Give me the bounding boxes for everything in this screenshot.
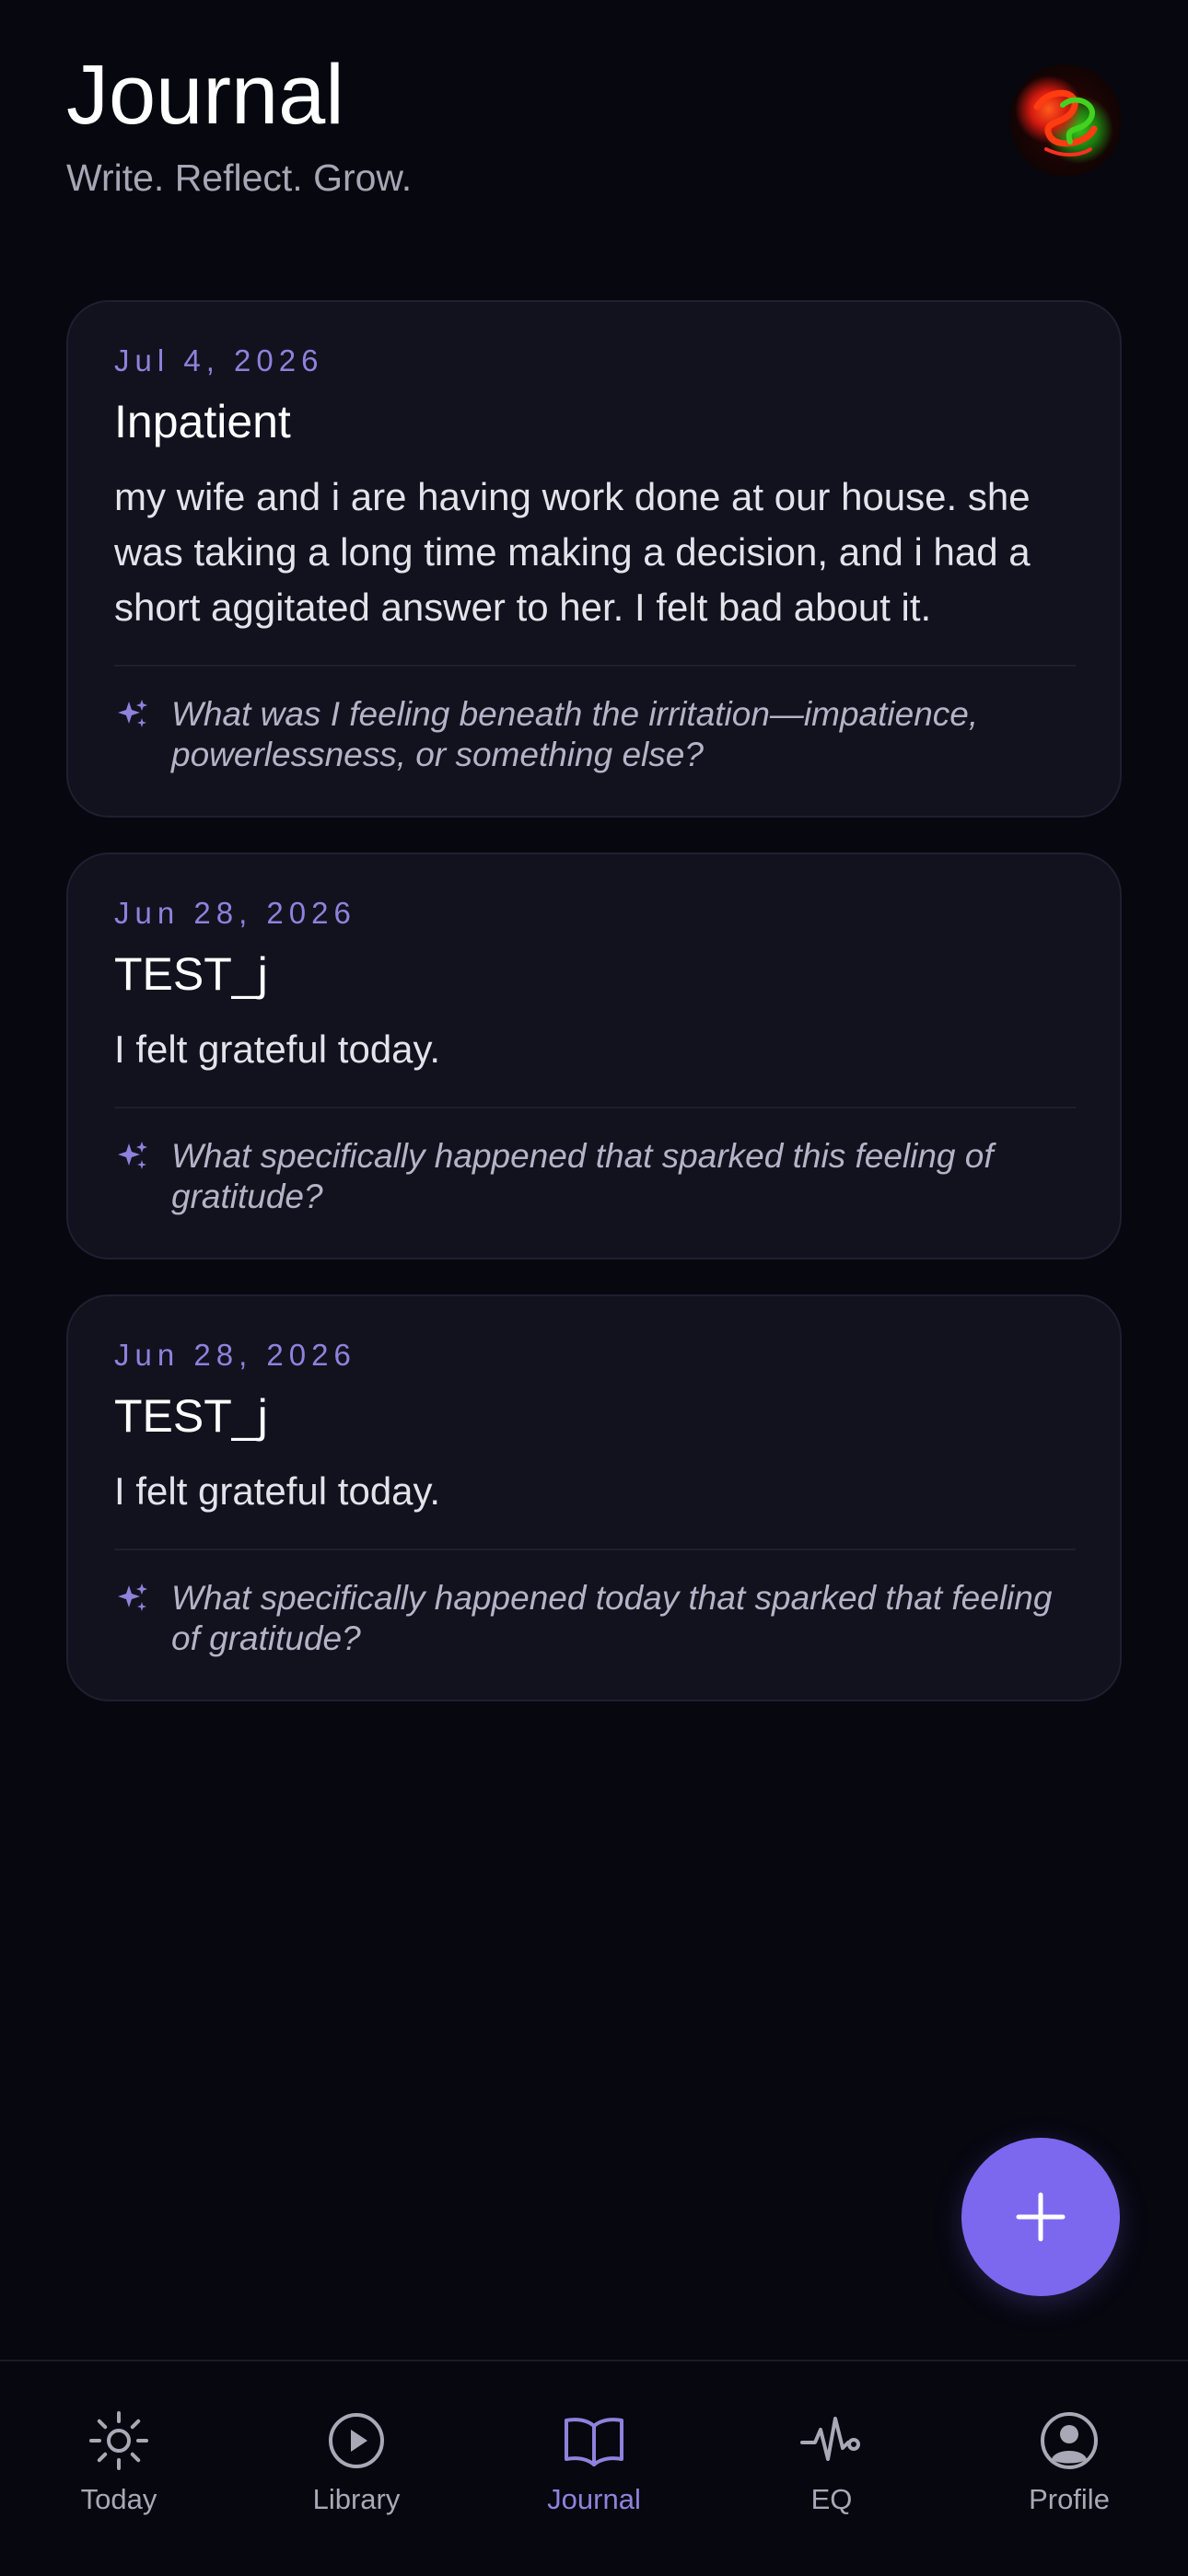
nav-label: Library [312,2483,401,2515]
nav-item-profile[interactable]: Profile [950,2361,1188,2576]
user-circle-icon [1041,2412,1098,2469]
nav-item-eq[interactable]: EQ [713,2361,950,2576]
nav-item-library[interactable]: Library [238,2361,475,2576]
avatar-art-icon [1033,89,1098,157]
entry-title: TEST_j [114,1390,268,1442]
sparkle-icon [118,1584,147,1611]
sparkle-icon [118,700,147,727]
nav-label: EQ [810,2483,853,2515]
plus-icon [1016,2192,1066,2242]
entry-body: my wife and i are having work done at ou… [114,475,1031,629]
avatar[interactable] [1009,64,1122,177]
reflection-prompt: What specifically happened that sparked … [114,1136,1076,1217]
heartbeat-icon [800,2417,860,2461]
sparkle-icon [118,1142,147,1169]
journal-entry-card[interactable]: Jun 28, 2026 TEST_j I felt grateful toda… [66,1294,1122,1701]
page-title: Journal [66,48,344,142]
nav-item-today[interactable]: Today [0,2361,238,2576]
journal-entry-list: Jul 4, 2026 Inpatient my wife and i are … [66,300,1122,1736]
journal-entry-card[interactable]: Jun 28, 2026 TEST_j I felt grateful toda… [66,853,1122,1259]
reflection-prompt: What specifically happened today that sp… [114,1578,1076,1659]
reflection-prompt-text: What specifically happened today that sp… [171,1579,1053,1657]
journal-entry-card[interactable]: Jul 4, 2026 Inpatient my wife and i are … [66,300,1122,818]
divider [114,1549,1076,1550]
entry-body: I felt grateful today. [114,1469,441,1513]
nav-label: Journal [547,2483,641,2515]
nav-label: Profile [1029,2483,1110,2515]
nav-item-journal[interactable]: Journal [475,2361,713,2576]
reflection-prompt: What was I feeling beneath the irritatio… [114,694,1076,775]
sun-icon [89,2411,148,2470]
divider [114,1107,1076,1108]
entry-title: Inpatient [114,396,291,447]
header: Journal Write. Reflect. Grow. [66,44,1122,228]
entry-body: I felt grateful today. [114,1027,441,1071]
new-entry-button[interactable] [961,2138,1120,2296]
entry-date: Jul 4, 2026 [114,343,324,377]
page-subtitle: Write. Reflect. Grow. [66,157,413,199]
open-book-icon [565,2418,623,2466]
entry-date: Jun 28, 2026 [114,1338,356,1372]
entry-date: Jun 28, 2026 [114,896,356,930]
bottom-navigation: Today Library Journal EQ Profile [0,2360,1188,2576]
reflection-prompt-text: What was I feeling beneath the irritatio… [171,695,979,773]
entry-title: TEST_j [114,948,268,1000]
reflection-prompt-text: What specifically happened that sparked … [171,1137,994,1215]
play-circle-icon [329,2413,384,2468]
nav-label: Today [80,2483,157,2515]
divider [114,665,1076,667]
